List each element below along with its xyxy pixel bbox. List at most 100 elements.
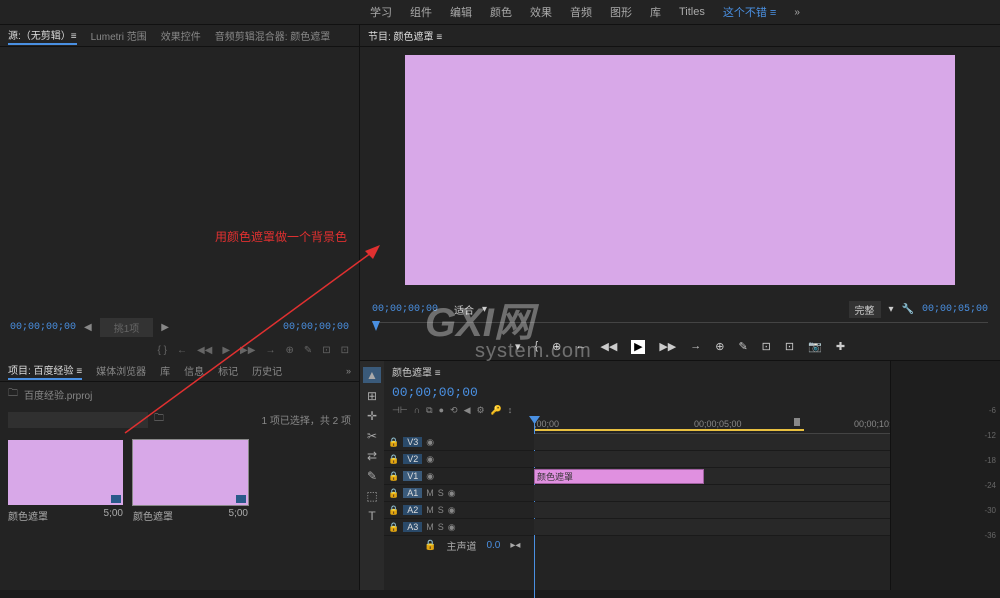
lock-icon[interactable]: 🔒 <box>388 437 399 448</box>
source-timecode-right[interactable]: 00;00;00;00 <box>283 322 349 333</box>
master-value[interactable]: 0.0 <box>486 540 500 551</box>
track-v1[interactable]: 🔒 V1 ◉ 颜色遮罩 <box>384 468 890 485</box>
tab-library[interactable]: 库 <box>650 4 661 20</box>
lock-icon[interactable]: 🔒 <box>388 471 399 482</box>
toggle-7[interactable]: ⚙ <box>477 405 485 416</box>
more-workspaces-icon[interactable]: » <box>794 7 800 18</box>
track-a3[interactable]: 🔒 A3 MS ◉ <box>384 519 890 536</box>
toggle-8[interactable]: 🔑 <box>491 405 502 416</box>
mute-icon[interactable]: M <box>426 505 434 515</box>
tab-learn[interactable]: 学习 <box>370 4 392 20</box>
toggle-2[interactable]: ∩ <box>414 405 420 416</box>
project-tab-project[interactable]: 项目: 百度经验 ≡ <box>8 362 82 380</box>
mark-in-icon[interactable]: ◀ <box>84 322 92 333</box>
track-a1[interactable]: 🔒A1MS◉ <box>384 485 890 502</box>
chevron-icon[interactable]: ▸◂ <box>510 540 520 551</box>
work-area-bar[interactable] <box>534 429 804 431</box>
toggle-4[interactable]: ● <box>439 405 444 416</box>
razor-tool[interactable]: ✂ <box>367 429 377 443</box>
track-label[interactable]: A3 <box>403 522 422 532</box>
rec-icon[interactable]: ◉ <box>448 505 456 516</box>
source-tab-effect-controls[interactable]: 效果控件 <box>161 28 201 43</box>
prog-btn-export[interactable]: ⊡ <box>785 340 794 354</box>
eye-icon[interactable]: ◉ <box>426 437 434 448</box>
lock-icon[interactable]: 🔒 <box>388 454 399 465</box>
playhead-marker[interactable] <box>372 321 380 331</box>
tab-graphics[interactable]: 图形 <box>610 4 632 20</box>
prog-btn-extract[interactable]: ⊡ <box>762 340 771 354</box>
tab-color[interactable]: 颜色 <box>490 4 512 20</box>
program-timecode-right[interactable]: 00;00;05;00 <box>922 304 988 315</box>
prog-btn-markin[interactable]: { <box>534 340 538 354</box>
video-clip[interactable]: 颜色遮罩 <box>534 469 704 484</box>
src-btn-10[interactable]: ⊡ <box>341 345 349 356</box>
eye-icon[interactable]: ◉ <box>426 454 434 465</box>
toggle-5[interactable]: ⟲ <box>450 405 458 416</box>
track-label[interactable]: A2 <box>403 505 422 515</box>
project-search-input[interactable] <box>8 412 148 428</box>
track-label[interactable]: A1 <box>403 488 422 498</box>
src-btn-1[interactable]: { } <box>157 345 166 356</box>
track-v2[interactable]: 🔒 V2 ◉ <box>384 451 890 468</box>
program-monitor-video[interactable] <box>405 55 955 285</box>
source-tab-source[interactable]: 源:（无剪辑）≡ <box>8 27 77 45</box>
mark-out-icon[interactable]: ▶ <box>161 322 169 333</box>
program-timecode-left[interactable]: 00;00;00;00 <box>372 304 438 315</box>
lock-icon[interactable]: 🔒 <box>388 505 399 516</box>
source-tab-lumetri[interactable]: Lumetri 范围 <box>91 28 147 43</box>
src-btn-8[interactable]: ✎ <box>304 345 312 356</box>
project-item-2[interactable]: 颜色遮罩5;00 <box>133 440 248 523</box>
prog-btn-prev[interactable]: ← <box>575 340 586 354</box>
tab-custom-active[interactable]: 这个不错 ≡ <box>723 4 776 20</box>
src-btn-2[interactable]: ← <box>177 345 187 356</box>
solo-icon[interactable]: S <box>438 505 444 515</box>
tab-effects[interactable]: 效果 <box>530 4 552 20</box>
project-tab-history[interactable]: 历史记 <box>252 363 282 378</box>
solo-icon[interactable]: S <box>438 522 444 532</box>
project-tab-info[interactable]: 信息 <box>184 363 204 378</box>
pen-tool[interactable]: ✎ <box>367 469 377 483</box>
prog-btn-addmark2[interactable]: ⊕ <box>715 340 724 354</box>
track-label[interactable]: V2 <box>403 454 422 464</box>
resolution-select[interactable]: 完整 <box>849 301 881 318</box>
tab-editing[interactable]: 编辑 <box>450 4 472 20</box>
src-btn-6[interactable]: → <box>265 345 275 356</box>
prog-btn-lift[interactable]: ✎ <box>738 340 747 354</box>
lock-icon[interactable]: 🔒 <box>388 488 399 499</box>
prog-btn-addmark[interactable]: ⊕ <box>552 340 561 354</box>
track-select-tool[interactable]: ⊞ <box>367 389 377 403</box>
program-tab-title[interactable]: 节目: 颜色遮罩 ≡ <box>368 28 442 43</box>
hand-tool[interactable]: ⬚ <box>366 489 377 503</box>
tab-assembly[interactable]: 组件 <box>410 4 432 20</box>
src-btn-9[interactable]: ⊡ <box>322 345 330 356</box>
project-overflow-icon[interactable]: » <box>346 366 351 376</box>
dropdown-icon[interactable]: ▾ <box>482 304 487 315</box>
toggle-1[interactable]: ⊣⊢ <box>392 405 408 416</box>
dropdown-icon[interactable]: ▾ <box>889 304 894 315</box>
prog-btn-play[interactable]: ▶ <box>631 340 645 354</box>
new-bin-button[interactable]: 🗀 <box>154 411 164 428</box>
eye-icon[interactable]: ◉ <box>426 471 434 482</box>
tab-audio[interactable]: 音频 <box>570 4 592 20</box>
rec-icon[interactable]: ◉ <box>448 522 456 533</box>
lock-icon[interactable]: 🔒 <box>424 540 436 551</box>
src-btn-5[interactable]: ▶▶ <box>240 345 255 356</box>
src-btn-7[interactable]: ⊕ <box>285 345 293 356</box>
src-btn-3[interactable]: ◀◀ <box>197 345 212 356</box>
ripple-tool[interactable]: ✛ <box>367 409 377 423</box>
prog-btn-stepback[interactable]: ◀◀ <box>600 340 617 354</box>
type-tool[interactable]: T <box>368 509 375 523</box>
track-a2[interactable]: 🔒 A2 MS ◉ <box>384 502 890 519</box>
mute-icon[interactable]: M <box>426 522 434 532</box>
program-ruler[interactable] <box>372 322 988 334</box>
prog-btn-plus[interactable]: ✚ <box>836 340 845 354</box>
toggle-3[interactable]: ⧉ <box>426 405 432 416</box>
project-item-1[interactable]: 颜色遮罩5;00 <box>8 440 123 523</box>
rec-icon[interactable]: ◉ <box>448 488 456 499</box>
master-track[interactable]: 🔒 主声道 0.0 ▸◂ <box>384 536 890 554</box>
lock-icon[interactable]: 🔒 <box>388 522 399 533</box>
sequence-name[interactable]: 颜色遮罩 ≡ <box>392 364 441 379</box>
track-label[interactable]: V1 <box>403 471 422 481</box>
prog-btn-camera[interactable]: 📷 <box>808 340 822 354</box>
project-tab-markers[interactable]: 标记 <box>218 363 238 378</box>
